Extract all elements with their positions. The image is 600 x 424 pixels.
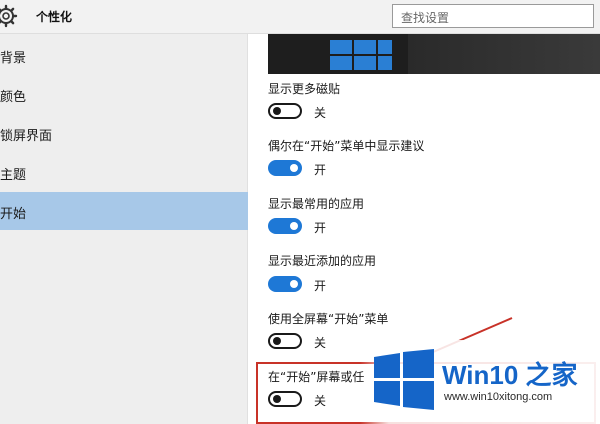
watermark-url: www.win10xitong.com (444, 391, 553, 403)
watermark-title: Win10 之家 (442, 360, 578, 390)
windows-logo-icon (374, 349, 434, 410)
